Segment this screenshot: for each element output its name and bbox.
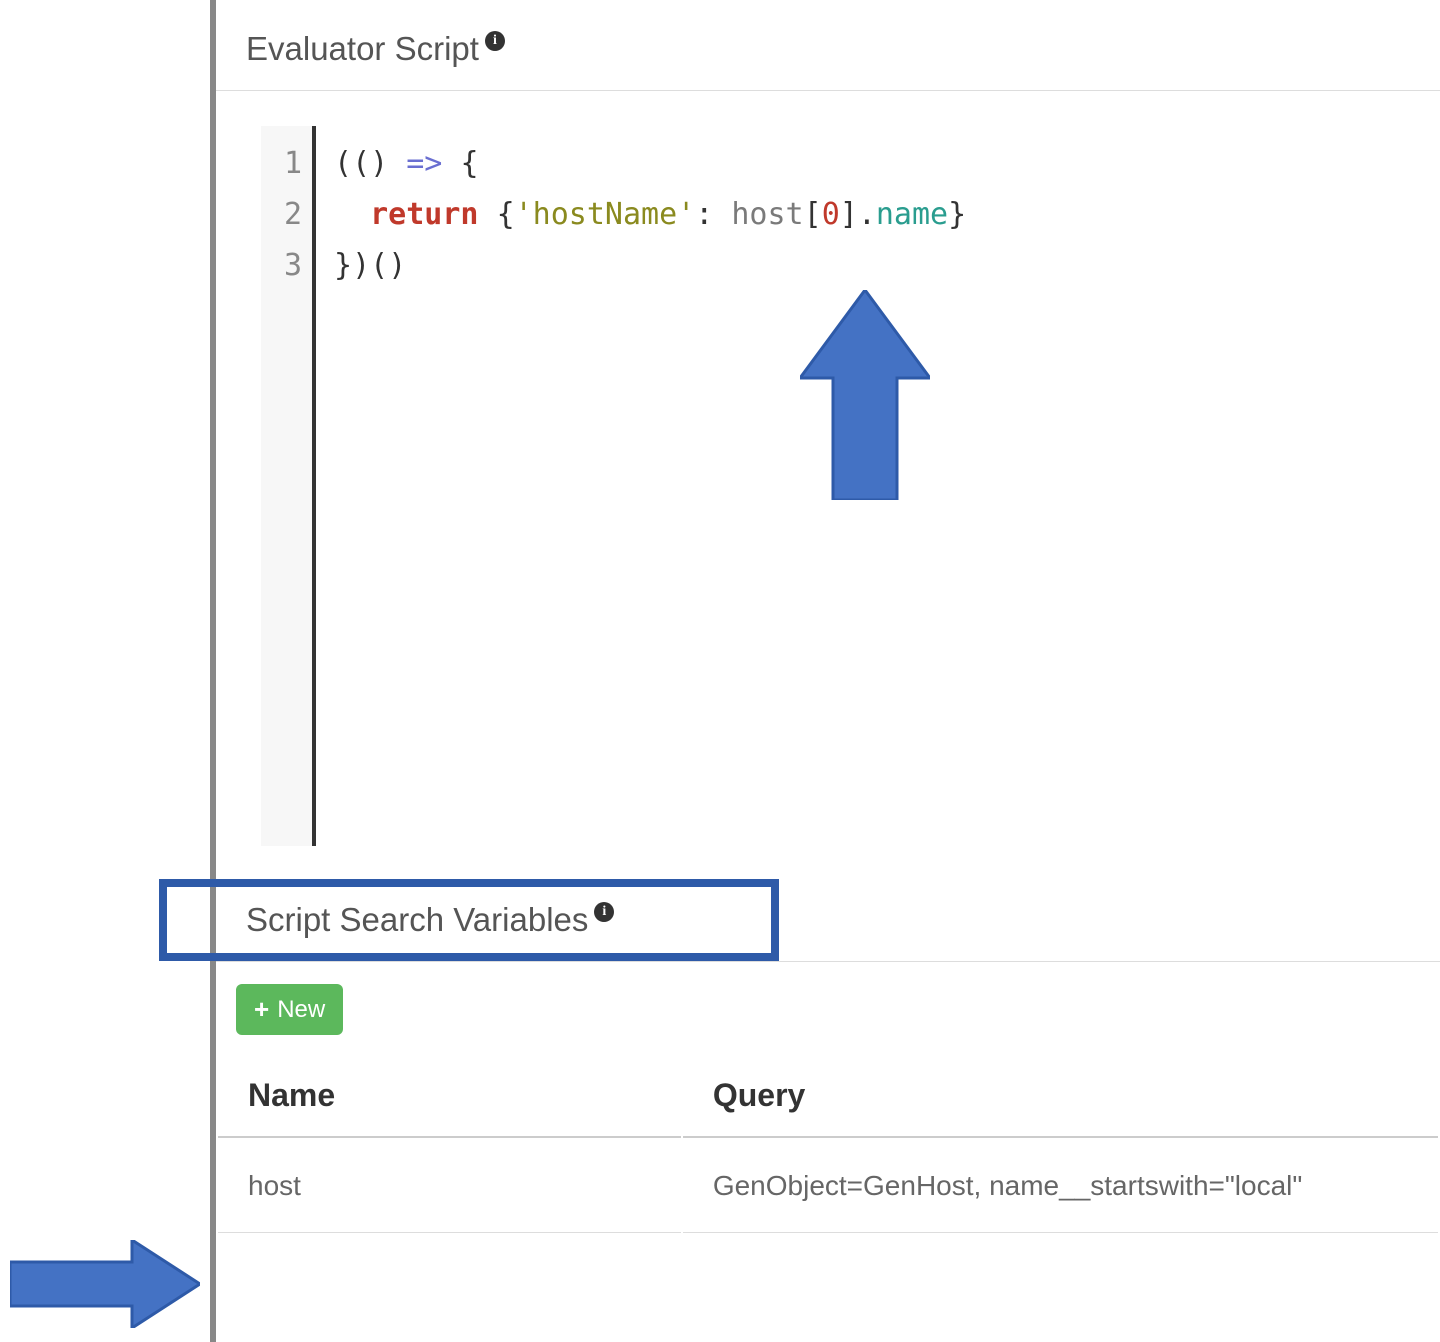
code-token — [479, 197, 497, 232]
line-number: 1 — [261, 138, 302, 189]
new-button[interactable]: + New — [236, 984, 343, 1035]
code-token: [ — [804, 197, 822, 232]
script-search-variables-section: Script Search Variables i — [216, 901, 1440, 962]
variables-table: Name Query host GenObject=GenHost, name_… — [216, 1065, 1440, 1235]
code-token: : — [695, 197, 713, 232]
column-header-query: Query — [683, 1067, 1438, 1138]
annotation-arrow-right-icon — [10, 1240, 200, 1328]
script-search-variables-header: Script Search Variables i — [216, 901, 1440, 962]
line-number: 2 — [261, 189, 302, 240]
info-icon[interactable]: i — [485, 31, 505, 51]
code-token: } — [334, 248, 352, 283]
code-token — [334, 197, 370, 232]
code-token: ) — [370, 146, 388, 181]
table-header-row: Name Query — [218, 1067, 1438, 1138]
code-token: ) — [352, 248, 370, 283]
code-token: { — [460, 146, 478, 181]
code-textarea[interactable]: (() => { return {'hostName': host[0].nam… — [316, 126, 1440, 846]
new-button-label: New — [277, 996, 325, 1024]
line-number: 3 — [261, 240, 302, 291]
code-editor[interactable]: 1 2 3 (() => { return {'hostName': host[… — [261, 126, 1440, 846]
code-token: 'hostName' — [515, 197, 696, 232]
info-icon[interactable]: i — [594, 902, 614, 922]
cell-query: GenObject=GenHost, name__startswith="loc… — [683, 1140, 1438, 1233]
evaluator-script-header: Evaluator Script i — [216, 0, 1440, 91]
code-token: 0 — [822, 197, 840, 232]
code-token: ( — [352, 146, 370, 181]
code-token: name — [876, 197, 948, 232]
code-token — [713, 197, 731, 232]
code-token — [442, 146, 460, 181]
column-header-name: Name — [218, 1067, 681, 1138]
evaluator-script-title: Evaluator Script — [246, 30, 479, 68]
code-token: ] — [840, 197, 858, 232]
code-token: } — [948, 197, 966, 232]
code-token: ( — [334, 146, 352, 181]
plus-icon: + — [254, 994, 269, 1025]
script-search-variables-title: Script Search Variables — [246, 901, 588, 939]
code-token: . — [858, 197, 876, 232]
code-token: ( — [370, 248, 388, 283]
code-token: host — [731, 197, 803, 232]
cell-name: host — [218, 1140, 681, 1233]
editor-panel: Evaluator Script i 1 2 3 (() => { return… — [210, 0, 1440, 1342]
code-token: return — [370, 197, 478, 232]
code-token: ) — [388, 248, 406, 283]
table-row[interactable]: host GenObject=GenHost, name__startswith… — [218, 1140, 1438, 1233]
code-gutter: 1 2 3 — [261, 126, 316, 846]
code-token: => — [406, 146, 442, 181]
code-token — [388, 146, 406, 181]
code-token: { — [497, 197, 515, 232]
